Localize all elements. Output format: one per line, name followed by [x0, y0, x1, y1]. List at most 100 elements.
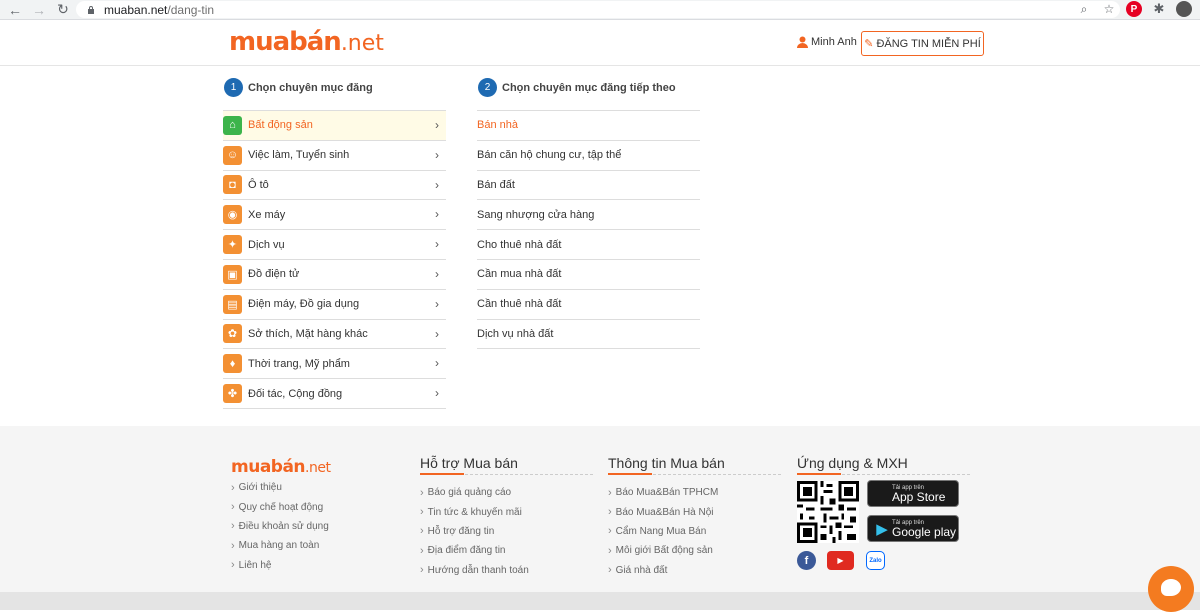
- user-icon: [797, 36, 808, 48]
- qr-code-icon[interactable]: [797, 481, 859, 543]
- address-bar[interactable]: muaban.net/dang-tin: [76, 1, 1120, 18]
- browser-toolbar: ← → ↻ muaban.net/dang-tin ⌕ ☆ P ✱: [0, 0, 1200, 20]
- chevron-right-icon: ›: [435, 386, 439, 401]
- footer-link[interactable]: Môi giới Bất động sản: [608, 541, 781, 560]
- subcategory-item[interactable]: Sang nhượng cửa hàng: [477, 200, 700, 231]
- chevron-right-icon: ›: [435, 118, 439, 132]
- category-label: Việc làm, Tuyển sinh: [248, 149, 350, 162]
- step-1-badge: 1: [224, 78, 243, 97]
- chevron-right-icon: ›: [435, 177, 439, 192]
- people-icon: ☺: [223, 145, 242, 165]
- category-item[interactable]: ♦ Thời trang, Mỹ phẩm ›: [223, 349, 446, 380]
- category-label: Dịch vụ: [248, 238, 285, 251]
- footer-col-apps: Ứng dụng & MXH: [797, 455, 970, 475]
- footer-link[interactable]: Giá nhà đất: [608, 561, 781, 580]
- user-menu[interactable]: Minh Anh: [797, 36, 857, 48]
- footer-col-support: Hỗ trợ Mua bán Báo giá quảng cáoTin tức …: [420, 455, 593, 580]
- post-free-label: ĐĂNG TIN MIỄN PHÍ: [876, 37, 981, 50]
- post-free-button[interactable]: ✎ ĐĂNG TIN MIỄN PHÍ: [861, 31, 984, 56]
- footer-link[interactable]: Giới thiệu: [231, 478, 329, 497]
- category-label: Điện máy, Đồ gia dụng: [248, 298, 360, 311]
- category-item[interactable]: ▣ Đồ điện tử ›: [223, 260, 446, 290]
- category-list: ⌂ Bất động sản › ☺ Việc làm, Tuyển sinh › ◘ Ô t…: [223, 110, 446, 409]
- footer-col-about: Giới thiệuQuy chế hoạt độngĐiều khoản sử…: [231, 478, 329, 575]
- subcategory-item[interactable]: Bán nhà: [477, 111, 700, 141]
- footer-link[interactable]: Điều khoản sử dụng: [231, 517, 329, 536]
- category-label: Đồ điện tử: [248, 268, 300, 281]
- footer-link[interactable]: Hỗ trợ đăng tin: [420, 522, 593, 541]
- handshake-icon: ✤: [223, 384, 242, 404]
- footer-logo[interactable]: muabán.net: [231, 457, 331, 477]
- footer-link[interactable]: Hướng dẫn thanh toán: [420, 561, 593, 580]
- logo-main-text: muabán: [229, 27, 342, 57]
- bookmark-star-icon[interactable]: ☆: [1101, 1, 1117, 17]
- footer-col-support-title: Hỗ trợ Mua bán: [420, 455, 593, 475]
- forward-icon[interactable]: →: [30, 1, 48, 19]
- category-label: Sở thích, Mặt hàng khác: [248, 327, 368, 340]
- motorbike-icon: ◉: [223, 205, 242, 225]
- footer-link[interactable]: Địa điểm đăng tin: [420, 541, 593, 560]
- category-item[interactable]: ☺ Việc làm, Tuyển sinh ›: [223, 141, 446, 171]
- logo-tld-text: .net: [340, 31, 384, 56]
- footer-logo-tld: .net: [305, 460, 331, 476]
- url-path: /dang-tin: [167, 2, 215, 17]
- reload-icon[interactable]: ↻: [54, 1, 72, 19]
- back-icon[interactable]: ←: [6, 1, 24, 19]
- footer-link[interactable]: Báo giá quảng cáo: [420, 483, 593, 502]
- app-store-button[interactable]: Tải app trên App Store: [867, 480, 959, 507]
- subcategory-list: Bán nhà Bán căn hộ chung cư, tập thể Bán đ…: [477, 110, 700, 350]
- subcategory-item[interactable]: Cần mua nhà đất: [477, 260, 700, 290]
- category-item[interactable]: ✿ Sở thích, Mặt hàng khác ›: [223, 320, 446, 350]
- facebook-icon[interactable]: f: [797, 551, 816, 570]
- footer-bottom-bar: [0, 592, 1200, 610]
- footer-link[interactable]: Báo Mua&Bán Hà Nội: [608, 502, 781, 521]
- footer-link[interactable]: Quy chế hoạt động: [231, 497, 329, 516]
- pencil-icon: ✎: [864, 38, 874, 50]
- footer-link[interactable]: Báo Mua&Bán TPHCM: [608, 483, 781, 502]
- footer-col-info-title: Thông tin Mua bán: [608, 455, 781, 475]
- footer-link[interactable]: Liên hệ: [231, 556, 329, 575]
- subcategory-item[interactable]: Bán đất: [477, 171, 700, 201]
- service-icon: ✦: [223, 235, 242, 255]
- profile-avatar[interactable]: [1176, 1, 1192, 17]
- pinterest-icon[interactable]: P: [1126, 1, 1142, 17]
- category-item[interactable]: ◉ Xe máy ›: [223, 200, 446, 231]
- category-item[interactable]: ▤ Điện máy, Đồ gia dụng ›: [223, 290, 446, 320]
- footer-col-info: Thông tin Mua bán Báo Mua&Bán TPHCMBáo M…: [608, 455, 781, 580]
- site-logo[interactable]: muabán.net: [229, 27, 384, 57]
- category-item[interactable]: ✦ Dịch vụ ›: [223, 230, 446, 260]
- category-label: Xe máy: [248, 208, 286, 221]
- chevron-right-icon: ›: [435, 207, 439, 222]
- category-item[interactable]: ✤ Đối tác, Cộng đồng ›: [223, 379, 446, 409]
- lock-icon: [88, 5, 94, 14]
- category-item[interactable]: ⌂ Bất động sản ›: [223, 111, 446, 141]
- youtube-icon[interactable]: ▶: [827, 551, 854, 570]
- footer-link[interactable]: Cẩm Nang Mua Bán: [608, 522, 781, 541]
- category-label: Ô tô: [248, 178, 269, 191]
- site-header: muabán.net Minh Anh ✎ ĐĂNG TIN MIỄN PHÍ: [0, 20, 1200, 66]
- google-play-button[interactable]: ▶ Tải app trên Google play: [867, 515, 959, 542]
- footer-link[interactable]: Tin tức & khuyến mãi: [420, 502, 593, 521]
- zoom-icon[interactable]: ⌕: [1076, 1, 1092, 17]
- footer-link[interactable]: Mua hàng an toàn: [231, 536, 329, 555]
- chevron-right-icon: ›: [435, 326, 439, 341]
- step-2-label: Chọn chuyên mục đăng tiếp theo: [502, 81, 676, 94]
- extensions-icon[interactable]: ✱: [1151, 1, 1167, 17]
- chevron-right-icon: ›: [435, 356, 439, 371]
- category-label: Đối tác, Cộng đồng: [248, 387, 343, 400]
- zalo-icon[interactable]: Zalo: [866, 551, 885, 570]
- subcategory-item[interactable]: Cho thuê nhà đất: [477, 230, 700, 260]
- chevron-right-icon: ›: [435, 296, 439, 311]
- subcategory-item[interactable]: Bán căn hộ chung cư, tập thể: [477, 141, 700, 171]
- chevron-right-icon: ›: [435, 147, 439, 162]
- subcategory-item[interactable]: Cần thuê nhà đất: [477, 290, 700, 320]
- step-1-label: Chọn chuyên mục đăng: [248, 81, 373, 94]
- category-item[interactable]: ◘ Ô tô ›: [223, 171, 446, 201]
- footer-logo-main: muabán: [231, 457, 306, 477]
- hobby-icon: ✿: [223, 324, 242, 344]
- user-name: Minh Anh: [811, 36, 857, 48]
- subcategory-item[interactable]: Dịch vụ nhà đất: [477, 320, 700, 350]
- url-host: muaban.net: [104, 2, 168, 17]
- app-store-big: App Store: [892, 489, 946, 504]
- chat-bubble-icon[interactable]: [1148, 566, 1194, 612]
